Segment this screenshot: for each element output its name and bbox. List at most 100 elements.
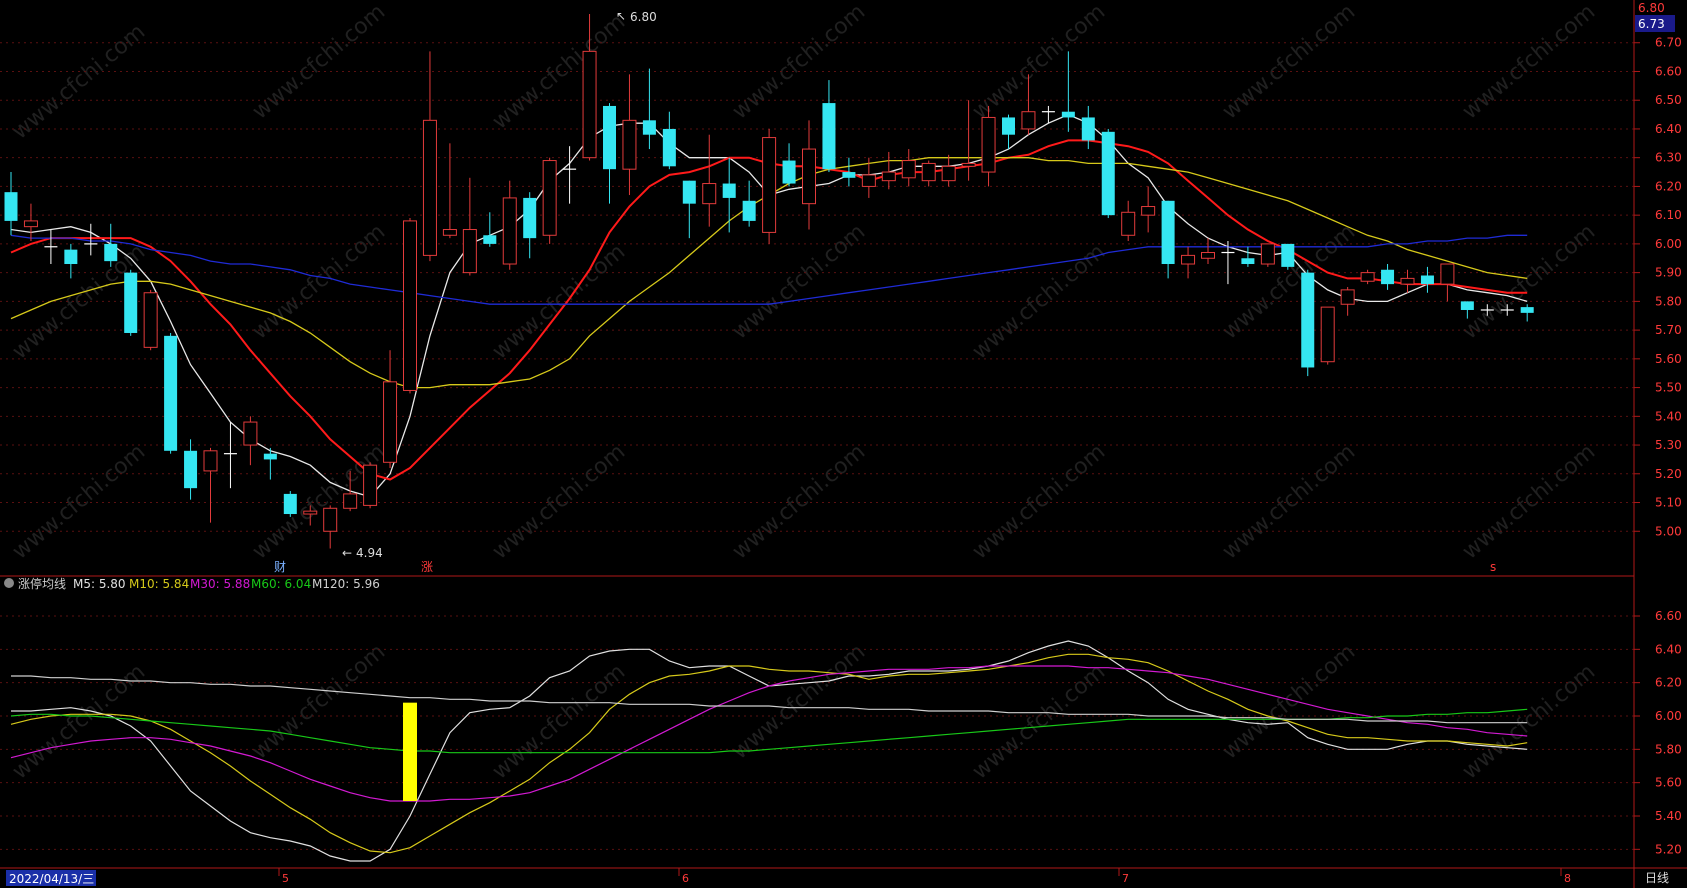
candle-body: [1420, 275, 1434, 285]
candle-body: [104, 243, 118, 262]
candle-body: [23, 220, 38, 228]
price-tick-label: 5.80: [1655, 294, 1682, 308]
candle-body: [403, 220, 417, 391]
candle-body: [961, 162, 976, 167]
candle[interactable]: [164, 332, 178, 454]
stock-chart[interactable]: www.cfchi.com www.cfchi.com www.cfchi.com w…: [0, 0, 1687, 888]
month-tick-8: 8: [1564, 872, 1571, 885]
candle-body: [1161, 200, 1175, 265]
candle-body: [1400, 277, 1415, 285]
legend-m30: M30: 5.88: [190, 577, 250, 591]
limit-up-bar: [403, 702, 417, 801]
candle[interactable]: [542, 157, 557, 244]
price-tick-label: 6.50: [1655, 93, 1682, 107]
candle-body: [682, 180, 696, 204]
candle-body: [1002, 117, 1015, 135]
candle-body: [483, 235, 497, 244]
candle-body: [762, 137, 777, 233]
candle-body: [981, 116, 996, 173]
candle-body: [1081, 117, 1095, 141]
candle-body: [822, 103, 836, 170]
candle-body: [901, 160, 916, 179]
candle-body: [861, 174, 876, 187]
indicator-legend: 涨停均线 M5: 5.80 M10: 5.84 M30: 5.88 M60: 6…: [4, 576, 380, 591]
candle-body: [802, 148, 816, 205]
s-marker[interactable]: s: [1490, 560, 1496, 574]
candle-body: [323, 507, 338, 532]
candle-body: [442, 229, 457, 236]
candle-body: [1201, 252, 1215, 259]
low-arrow: ←: [342, 546, 352, 560]
candle-body: [1181, 254, 1196, 265]
candle[interactable]: [124, 269, 138, 336]
current-date: 2022/04/13/三: [9, 872, 94, 886]
month-tick-6: 6: [682, 872, 689, 885]
candle[interactable]: [283, 491, 297, 517]
high-arrow: ↖: [616, 9, 626, 23]
price-tick-label: 5.60: [1655, 352, 1682, 366]
price-tick-label: 6.30: [1655, 151, 1682, 165]
price-tick-label: 5.10: [1655, 496, 1682, 510]
legend-m120: M120: 5.96: [312, 577, 380, 591]
candle-body: [1101, 131, 1115, 216]
candle-body: [502, 197, 517, 265]
period-label[interactable]: 日线: [1645, 871, 1669, 885]
candle-body: [1360, 272, 1375, 282]
candle-body: [1301, 272, 1315, 368]
indicator-tick-label: 5.20: [1655, 842, 1682, 856]
candle-body: [1260, 243, 1275, 265]
price-tick-label: 6.10: [1655, 208, 1682, 222]
candle[interactable]: [1320, 306, 1335, 365]
candle[interactable]: [1260, 243, 1275, 267]
last-price-tag-text: 6.73: [1638, 17, 1665, 31]
top-tick-label: 6.80: [1638, 1, 1665, 15]
indicator-tick-label: 6.60: [1655, 609, 1682, 623]
candle-body: [1520, 307, 1534, 313]
candle-body: [782, 160, 796, 184]
candle-body: [243, 421, 258, 446]
indicator-tick-label: 6.00: [1655, 709, 1682, 723]
financial-report-marker[interactable]: 财: [274, 560, 286, 574]
candle[interactable]: [1301, 269, 1315, 377]
candle-body: [164, 335, 178, 451]
candle-body: [1281, 243, 1295, 267]
indicator-tick-label: 6.20: [1655, 676, 1682, 690]
candle-body: [4, 192, 18, 221]
price-tick-label: 6.20: [1655, 179, 1682, 193]
candle-body: [1061, 111, 1075, 118]
legend-m5: M5: 5.80: [73, 577, 126, 591]
candle-body: [383, 381, 398, 463]
candle-body: [582, 50, 597, 159]
candle[interactable]: [1101, 128, 1115, 219]
candle-body: [1021, 111, 1036, 130]
price-tick-label: 5.50: [1655, 381, 1682, 395]
month-tick-7: 7: [1122, 872, 1129, 885]
candle[interactable]: [762, 128, 777, 244]
candle-body: [1460, 301, 1474, 310]
candle[interactable]: [1281, 243, 1295, 270]
price-tick-label: 6.40: [1655, 122, 1682, 136]
candle-body: [143, 292, 158, 348]
candle-body: [1320, 306, 1335, 363]
candle-body: [363, 464, 378, 506]
candle-body: [921, 162, 936, 182]
candle[interactable]: [143, 289, 158, 351]
price-tick-label: 5.70: [1655, 323, 1682, 337]
candle-body: [1381, 269, 1395, 285]
candle-body: [742, 200, 756, 221]
price-tick-label: 5.30: [1655, 438, 1682, 452]
candle-body: [523, 197, 537, 239]
legend-m10: M10: 5.84: [129, 577, 189, 591]
indicator-toggle-icon[interactable]: [4, 578, 14, 588]
indicator-tick-label: 5.60: [1655, 776, 1682, 790]
candle-body: [642, 120, 656, 135]
limit-up-marker[interactable]: 涨: [421, 559, 433, 574]
candle-body: [64, 249, 78, 265]
candle[interactable]: [403, 218, 417, 394]
candle[interactable]: [363, 462, 378, 509]
price-tick-label: 5.90: [1655, 266, 1682, 280]
candle-body: [1340, 289, 1355, 305]
candle-body: [422, 119, 437, 256]
price-tick-label: 6.70: [1655, 36, 1682, 50]
candle-body: [603, 105, 616, 170]
